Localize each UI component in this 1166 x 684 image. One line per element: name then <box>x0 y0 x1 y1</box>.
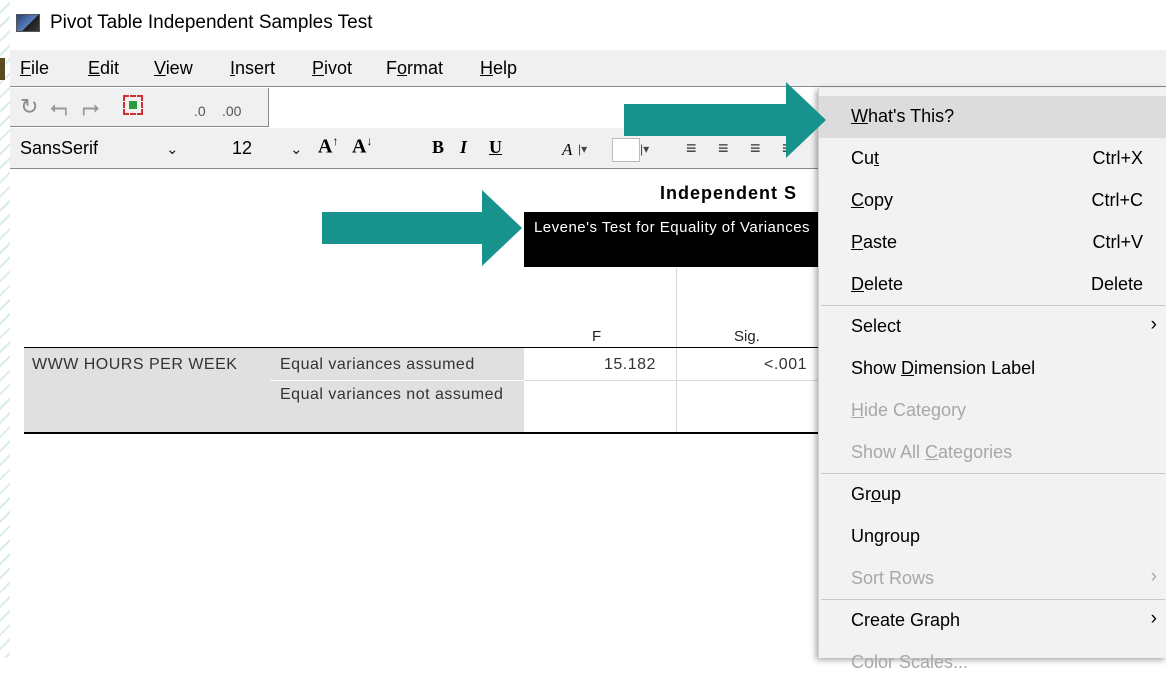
annotation-arrow <box>322 190 522 266</box>
row1-label[interactable]: Equal variances assumed <box>280 356 475 374</box>
ctx-create-graph[interactable]: Create Graph › <box>819 600 1166 642</box>
ctx-shortcut: Delete <box>1090 274 1143 294</box>
row2-label[interactable]: Equal variances not assumed <box>280 386 510 404</box>
ctx-whats-this[interactable]: What's This? <box>819 96 1166 138</box>
underline-button[interactable]: U <box>489 137 502 158</box>
table-rule <box>24 347 820 348</box>
window-title: Pivot Table Independent Samples Test <box>50 12 373 33</box>
ctx-item-label: Paste <box>851 232 898 252</box>
select-icon[interactable] <box>123 95 143 115</box>
row-separator <box>524 380 820 381</box>
text-color-icon[interactable]: A <box>562 140 572 160</box>
ctx-item-label: Cut <box>851 148 880 168</box>
ctx-item-label: Delete <box>851 274 904 294</box>
ctx-hide-category: Hide Category <box>819 390 1166 432</box>
levene-header[interactable]: Levene's Test for Equality of Variances <box>524 212 820 267</box>
menu-edit[interactable]: Edit <box>88 58 119 79</box>
chevron-down-icon[interactable]: |▾ <box>578 142 587 156</box>
ctx-item-label: Color Scales... <box>851 652 969 672</box>
undo-arrow-icon[interactable]: ⮢ <box>50 96 68 118</box>
ctx-shortcut: Ctrl+V <box>1092 232 1143 252</box>
font-name-select[interactable]: SansSerif ⌄ <box>18 134 188 162</box>
ctx-ungroup[interactable]: Ungroup <box>819 516 1166 558</box>
app-icon <box>16 14 40 32</box>
ctx-cut[interactable]: Cut Ctrl+X <box>819 138 1166 180</box>
bold-button[interactable]: B <box>432 137 444 158</box>
italic-button[interactable]: I <box>460 137 467 158</box>
ctx-item-label: Copy <box>851 190 894 210</box>
chevron-right-icon: › <box>1150 608 1157 629</box>
table-title: Independent S <box>660 183 798 203</box>
column-header-f[interactable]: F <box>592 328 601 345</box>
ctx-show-all-categories: Show All Categories <box>819 432 1166 474</box>
menu-insert[interactable]: Insert <box>230 58 275 79</box>
ctx-item-label: Hide Category <box>851 400 967 420</box>
menu-help[interactable]: Help <box>480 58 517 79</box>
ctx-select[interactable]: Select › <box>819 306 1166 348</box>
ctx-show-dimension-label[interactable]: Show Dimension Label <box>819 348 1166 390</box>
ctx-item-label: Show All Categories <box>851 442 1013 462</box>
ctx-item-label: Show Dimension Label <box>851 358 1036 378</box>
ctx-group[interactable]: Group <box>819 474 1166 516</box>
font-size-select[interactable]: 12 <box>232 138 252 159</box>
ctx-item-label: Ungroup <box>851 526 921 546</box>
menu-format[interactable]: Format <box>386 58 443 79</box>
row-variable-label[interactable]: WWW HOURS PER WEEK <box>32 356 237 374</box>
ctx-item-label: Group <box>851 484 902 504</box>
window-edge <box>0 0 10 658</box>
increase-font-icon[interactable]: A↑ <box>318 134 338 159</box>
chevron-down-icon[interactable]: ⌄ <box>290 140 303 158</box>
ctx-copy[interactable]: Copy Ctrl+C <box>819 180 1166 222</box>
chevron-right-icon: › <box>1150 314 1157 335</box>
ctx-delete[interactable]: Delete Delete <box>819 264 1166 306</box>
ctx-shortcut: Ctrl+X <box>1092 148 1143 168</box>
ctx-item-label: Create Graph <box>851 610 961 630</box>
row1-sig-value[interactable]: <.001 <box>764 356 807 374</box>
undo-icon[interactable]: ↻ <box>20 96 38 118</box>
ctx-shortcut: Ctrl+C <box>1091 190 1143 210</box>
ctx-color-scales: Color Scales... <box>819 642 1166 684</box>
row1-f-value[interactable]: 15.182 <box>604 356 656 374</box>
menu-pivot[interactable]: Pivot <box>312 58 352 79</box>
ctx-item-label: Sort Rows <box>851 568 935 588</box>
decimal-decrease-icon[interactable]: .00 <box>222 100 241 122</box>
column-divider <box>676 268 677 434</box>
decrease-font-icon[interactable]: A↓ <box>352 134 372 159</box>
menu-file[interactable]: File <box>20 58 49 79</box>
redo-arrow-icon[interactable]: ⮣ <box>82 96 100 118</box>
decimal-increase-icon[interactable]: .0 <box>194 100 206 122</box>
chevron-down-icon: ⌄ <box>166 141 179 158</box>
ctx-sort-rows: Sort Rows › <box>819 558 1166 600</box>
ctx-paste[interactable]: Paste Ctrl+V <box>819 222 1166 264</box>
context-menu: What's This? Cut Ctrl+X Copy Ctrl+C Paste Ctrl… <box>818 88 1166 672</box>
annotation-arrow <box>624 82 826 158</box>
table-rule <box>24 432 820 434</box>
chevron-right-icon: › <box>1150 566 1157 587</box>
column-header-sig[interactable]: Sig. <box>734 328 760 345</box>
ctx-item-label: Select <box>851 316 902 336</box>
font-name-value: SansSerif <box>20 138 99 158</box>
menu-view[interactable]: View <box>154 58 193 79</box>
ctx-item-label: What's This? <box>851 106 955 126</box>
